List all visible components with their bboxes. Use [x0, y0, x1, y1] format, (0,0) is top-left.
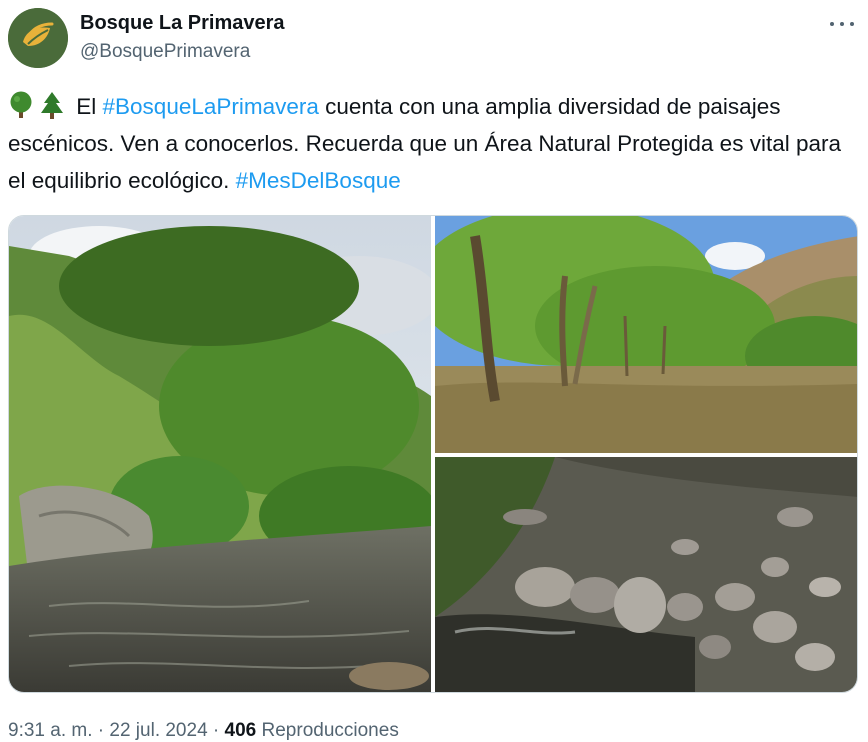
- avatar[interactable]: [8, 8, 68, 68]
- photo-river-forest[interactable]: [9, 216, 431, 692]
- display-name[interactable]: Bosque La Primavera: [80, 12, 285, 35]
- hashtag-link[interactable]: #MesDelBosque: [236, 168, 401, 193]
- tweet-date[interactable]: 22 jul. 2024: [109, 720, 207, 741]
- account-handle[interactable]: @BosquePrimavera: [80, 41, 250, 63]
- tweet-header: Bosque La Primavera @BosquePrimavera: [8, 8, 860, 70]
- evergreen-tree-emoji: [41, 92, 63, 119]
- leaf-logo-icon: [8, 8, 68, 68]
- tweet-footer: 9:31 a. m. · 22 jul. 2024 · 406 Reproduc…: [8, 720, 399, 742]
- photo-rocky-stream[interactable]: [435, 457, 857, 692]
- photo-forest-clearing[interactable]: [435, 216, 857, 453]
- tweet-text-part-1: El: [70, 94, 103, 119]
- tweet-text: El #BosqueLaPrimavera cuenta con una amp…: [8, 88, 858, 199]
- views-count: 406: [224, 720, 257, 741]
- hashtag-link[interactable]: #BosqueLaPrimavera: [103, 94, 319, 119]
- tweet-time[interactable]: 9:31 a. m.: [8, 720, 93, 741]
- media-grid: [8, 215, 858, 693]
- separator: ·: [92, 720, 110, 741]
- separator: ·: [207, 720, 225, 741]
- more-dots-icon[interactable]: [828, 10, 856, 38]
- deciduous-tree-emoji: [10, 91, 32, 118]
- views-label: Reproducciones: [256, 720, 399, 741]
